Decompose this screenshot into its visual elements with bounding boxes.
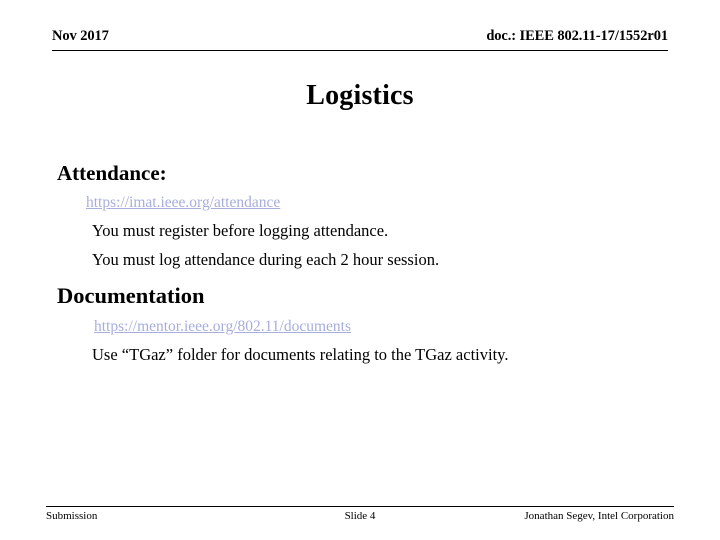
slide: Nov 2017 doc.: IEEE 802.11-17/1552r01 Lo… [0,0,720,540]
footer-author: Jonathan Segev, Intel Corporation [524,510,674,522]
page-title: Logistics [306,80,414,111]
slide-header: Nov 2017 doc.: IEEE 802.11-17/1552r01 [52,28,668,50]
attendance-heading: Attendance: [57,161,167,185]
attendance-bullet-2: You must log attendance during each 2 ho… [92,250,440,269]
documentation-link[interactable]: https://mentor.ieee.org/802.11/documents [0,313,720,340]
header-date: Nov 2017 [52,28,109,44]
footer-divider [46,506,674,507]
attendance-link[interactable]: https://imat.ieee.org/attendance [0,189,720,216]
slide-body: Attendance: https://imat.ieee.org/attend… [0,160,720,369]
header-divider [52,50,668,51]
attendance-bullet-1: You must register before logging attenda… [92,221,389,240]
documentation-heading: Documentation [57,283,205,308]
header-document-reference: doc.: IEEE 802.11-17/1552r01 [486,28,668,44]
slide-footer: Submission Slide 4 Jonathan Segev, Intel… [46,510,674,526]
documentation-bullet-1: Use “TGaz” folder for documents relating… [92,345,509,364]
